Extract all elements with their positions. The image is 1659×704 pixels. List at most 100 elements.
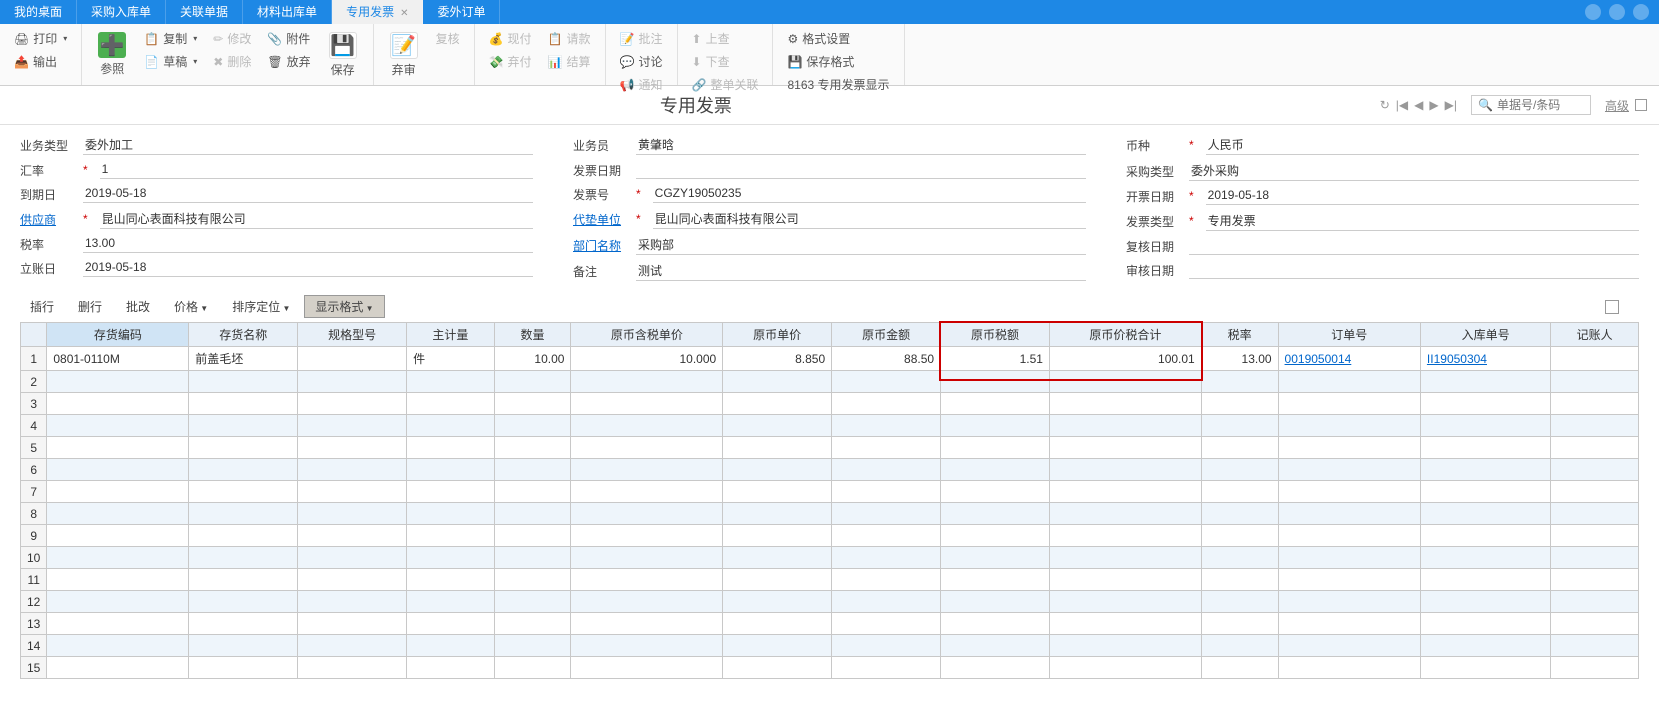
empty-cell[interactable] bbox=[1049, 459, 1201, 481]
empty-cell[interactable] bbox=[1551, 591, 1639, 613]
empty-cell[interactable] bbox=[47, 613, 189, 635]
empty-cell[interactable] bbox=[494, 591, 571, 613]
issue-field[interactable]: 2019-05-18 bbox=[1206, 187, 1639, 205]
empty-cell[interactable] bbox=[571, 459, 723, 481]
empty-cell[interactable] bbox=[1278, 459, 1420, 481]
empty-cell[interactable] bbox=[723, 547, 832, 569]
empty-cell[interactable] bbox=[47, 591, 189, 613]
supplier-label[interactable]: 供应商 bbox=[20, 211, 75, 228]
circle-icon[interactable] bbox=[1609, 4, 1625, 20]
empty-cell[interactable] bbox=[189, 613, 298, 635]
empty-cell[interactable] bbox=[1278, 393, 1420, 415]
empty-cell[interactable] bbox=[1201, 459, 1278, 481]
empty-cell[interactable] bbox=[832, 591, 941, 613]
biz-type-field[interactable]: 委外加工 bbox=[83, 135, 533, 155]
empty-cell[interactable] bbox=[832, 635, 941, 657]
empty-cell[interactable] bbox=[941, 547, 1050, 569]
empty-cell[interactable] bbox=[571, 547, 723, 569]
modify-button[interactable]: ✏ 修改 bbox=[207, 28, 257, 49]
empty-cell[interactable] bbox=[298, 591, 407, 613]
empty-cell[interactable] bbox=[1201, 547, 1278, 569]
empty-cell[interactable] bbox=[1201, 481, 1278, 503]
inv-no-field[interactable]: CGZY19050235 bbox=[653, 185, 1086, 203]
col-qty[interactable]: 数量 bbox=[494, 323, 571, 347]
cell-order[interactable]: 0019050014 bbox=[1278, 347, 1420, 371]
empty-cell[interactable] bbox=[494, 481, 571, 503]
attach-button[interactable]: 📎 附件 bbox=[261, 28, 316, 49]
empty-cell[interactable] bbox=[1420, 393, 1550, 415]
empty-cell[interactable] bbox=[941, 503, 1050, 525]
empty-cell[interactable] bbox=[494, 393, 571, 415]
saveformat-button[interactable]: 💾 保存格式 bbox=[781, 51, 895, 72]
empty-cell[interactable] bbox=[1049, 415, 1201, 437]
empty-cell[interactable] bbox=[1278, 481, 1420, 503]
dept-field[interactable]: 采购部 bbox=[636, 235, 1086, 255]
empty-cell[interactable] bbox=[407, 613, 495, 635]
close-icon[interactable]: ✕ bbox=[400, 8, 408, 19]
empty-cell[interactable] bbox=[941, 657, 1050, 679]
table-row[interactable]: 3 bbox=[21, 393, 1639, 415]
empty-cell[interactable] bbox=[47, 503, 189, 525]
empty-cell[interactable] bbox=[571, 569, 723, 591]
tab-material-out[interactable]: 材料出库单 bbox=[243, 0, 332, 24]
table-row[interactable]: 4 bbox=[21, 415, 1639, 437]
empty-cell[interactable] bbox=[494, 437, 571, 459]
empty-cell[interactable] bbox=[832, 371, 941, 393]
cell-code[interactable]: 0801-0110M bbox=[47, 347, 189, 371]
empty-cell[interactable] bbox=[47, 437, 189, 459]
print-button[interactable]: 🖨 打印▾ bbox=[8, 28, 73, 49]
output-button[interactable]: 📤 输出 bbox=[8, 51, 73, 72]
request-button[interactable]: 📋 请款 bbox=[542, 28, 597, 49]
empty-cell[interactable] bbox=[832, 415, 941, 437]
empty-cell[interactable] bbox=[1278, 525, 1420, 547]
empty-cell[interactable] bbox=[407, 481, 495, 503]
empty-cell[interactable] bbox=[189, 591, 298, 613]
approve-button[interactable]: 📝 批注 bbox=[614, 28, 669, 49]
empty-cell[interactable] bbox=[407, 437, 495, 459]
empty-cell[interactable] bbox=[1420, 481, 1550, 503]
empty-cell[interactable] bbox=[1420, 591, 1550, 613]
sales-field[interactable]: 黄肇晗 bbox=[636, 135, 1086, 155]
col-order[interactable]: 订单号 bbox=[1278, 323, 1420, 347]
cell-taxrate[interactable]: 13.00 bbox=[1201, 347, 1278, 371]
empty-cell[interactable] bbox=[494, 525, 571, 547]
col-taxprice[interactable]: 原币含税单价 bbox=[571, 323, 723, 347]
empty-cell[interactable] bbox=[571, 591, 723, 613]
table-row[interactable]: 5 bbox=[21, 437, 1639, 459]
empty-cell[interactable] bbox=[189, 525, 298, 547]
empty-cell[interactable] bbox=[1420, 415, 1550, 437]
table-row[interactable]: 11 bbox=[21, 569, 1639, 591]
empty-cell[interactable] bbox=[47, 481, 189, 503]
empty-cell[interactable] bbox=[1551, 613, 1639, 635]
empty-cell[interactable] bbox=[494, 613, 571, 635]
empty-cell[interactable] bbox=[1201, 415, 1278, 437]
empty-cell[interactable] bbox=[941, 635, 1050, 657]
empty-cell[interactable] bbox=[189, 393, 298, 415]
empty-cell[interactable] bbox=[189, 503, 298, 525]
empty-cell[interactable] bbox=[189, 547, 298, 569]
empty-cell[interactable] bbox=[189, 415, 298, 437]
empty-cell[interactable] bbox=[571, 415, 723, 437]
table-row[interactable]: 14 bbox=[21, 635, 1639, 657]
empty-cell[interactable] bbox=[723, 437, 832, 459]
col-rownum[interactable] bbox=[21, 323, 47, 347]
empty-cell[interactable] bbox=[1049, 635, 1201, 657]
cell-qty[interactable]: 10.00 bbox=[494, 347, 571, 371]
empty-cell[interactable] bbox=[1420, 613, 1550, 635]
empty-cell[interactable] bbox=[1420, 569, 1550, 591]
empty-cell[interactable] bbox=[941, 613, 1050, 635]
empty-cell[interactable] bbox=[189, 481, 298, 503]
empty-cell[interactable] bbox=[494, 459, 571, 481]
col-code[interactable]: 存货编码 bbox=[47, 323, 189, 347]
empty-cell[interactable] bbox=[832, 569, 941, 591]
down-button[interactable]: ⬇ 下查 bbox=[686, 51, 765, 72]
cell-uom[interactable]: 件 bbox=[407, 347, 495, 371]
cell-price[interactable]: 8.850 bbox=[723, 347, 832, 371]
settle-button[interactable]: 📊 结算 bbox=[542, 51, 597, 72]
empty-cell[interactable] bbox=[1420, 657, 1550, 679]
cell-stockin[interactable]: II19050304 bbox=[1420, 347, 1550, 371]
col-stockin[interactable]: 入库单号 bbox=[1420, 323, 1550, 347]
empty-cell[interactable] bbox=[407, 525, 495, 547]
rate-field[interactable]: 1 bbox=[100, 161, 533, 179]
insert-row-button[interactable]: 插行 bbox=[20, 296, 64, 317]
